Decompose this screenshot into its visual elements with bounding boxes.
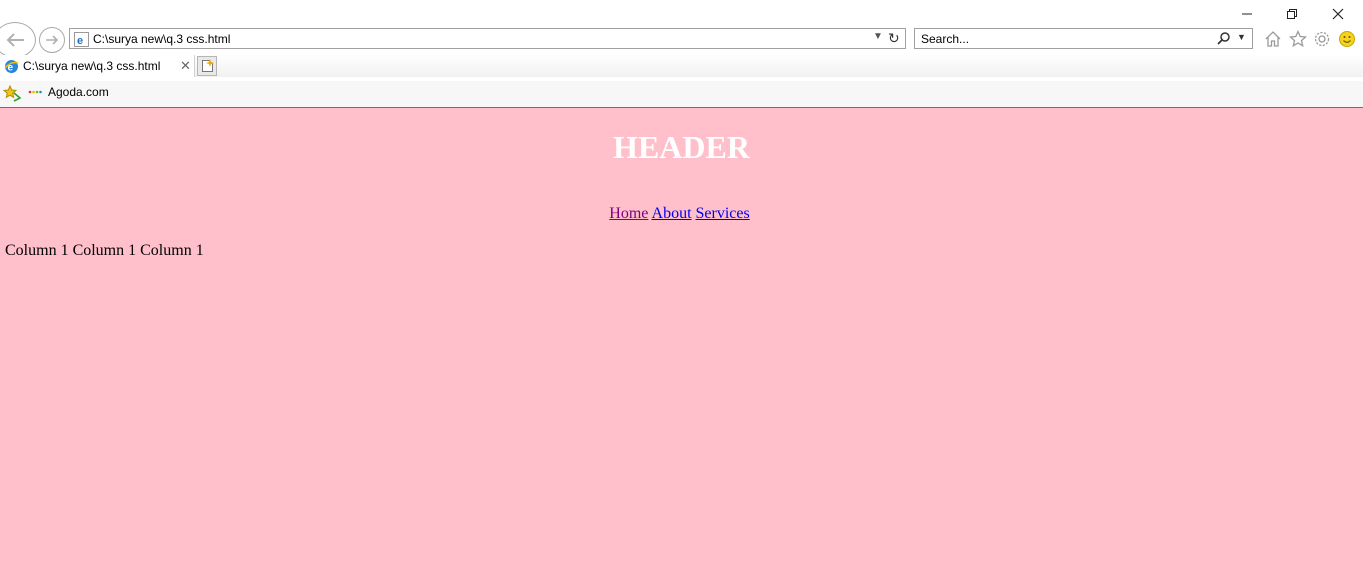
close-window-button[interactable] (1323, 4, 1353, 24)
close-icon (1332, 8, 1344, 20)
column-1: Column 1 (5, 242, 69, 259)
forward-button[interactable] (39, 27, 65, 53)
minimize-button[interactable] (1232, 4, 1262, 24)
page-header: HEADER (613, 129, 750, 165)
favorites-star-icon[interactable] (2, 84, 22, 105)
favorites-bar: Agoda.com (0, 81, 1363, 108)
new-tab-button[interactable] (197, 56, 217, 76)
address-dropdown-icon[interactable]: ▼ (873, 31, 883, 42)
smiley-icon[interactable] (1336, 28, 1358, 50)
star-icon[interactable] (1287, 28, 1309, 50)
search-box[interactable]: Search... ▼ (914, 28, 1253, 49)
home-icon[interactable] (1262, 28, 1284, 50)
columns-row: Column 1 Column 1 Column 1 (5, 242, 204, 260)
back-arrow-icon (6, 33, 24, 47)
close-icon[interactable]: ✕ (180, 58, 191, 74)
address-bar[interactable]: e C:\surya new\q.3 css.html ▼ ↻ (69, 28, 906, 49)
favorite-link-label: Agoda.com (48, 85, 109, 99)
search-dropdown-icon[interactable]: ▼ (1237, 32, 1246, 42)
tab-bar: e C:\surya new\q.3 css.html ✕ (0, 55, 1363, 77)
new-tab-icon (201, 59, 214, 72)
tab-active[interactable]: e C:\surya new\q.3 css.html ✕ (0, 55, 195, 77)
minimize-icon (1242, 13, 1252, 15)
page-content: HEADER Home About Services Column 1 Colu… (0, 108, 1363, 588)
ie-page-icon: e (74, 32, 89, 50)
nav-link-home[interactable]: Home (609, 205, 648, 222)
nav-link-services[interactable]: Services (696, 205, 750, 222)
agoda-icon (28, 90, 42, 94)
nav-link-about[interactable]: About (652, 205, 692, 222)
browser-chrome: e C:\surya new\q.3 css.html ▼ ↻ Search..… (0, 0, 1363, 108)
ie-page-icon: e (4, 59, 19, 77)
nav-links: Home About Services (0, 205, 1359, 223)
column-3: Column 1 (140, 242, 204, 259)
back-button[interactable] (0, 22, 36, 58)
favorite-link-agoda[interactable]: Agoda.com (28, 85, 109, 99)
forward-arrow-icon (46, 35, 59, 45)
address-url[interactable]: C:\surya new\q.3 css.html (93, 32, 230, 46)
magnifier-icon[interactable] (1217, 31, 1231, 48)
refresh-icon[interactable]: ↻ (888, 30, 900, 46)
restore-button[interactable] (1277, 4, 1307, 24)
column-2: Column 1 (72, 242, 137, 259)
svg-text:e: e (77, 35, 83, 47)
gear-icon[interactable] (1311, 28, 1333, 50)
restore-icon (1287, 9, 1297, 19)
tab-title: C:\surya new\q.3 css.html (23, 59, 161, 73)
search-placeholder[interactable]: Search... (921, 32, 969, 46)
